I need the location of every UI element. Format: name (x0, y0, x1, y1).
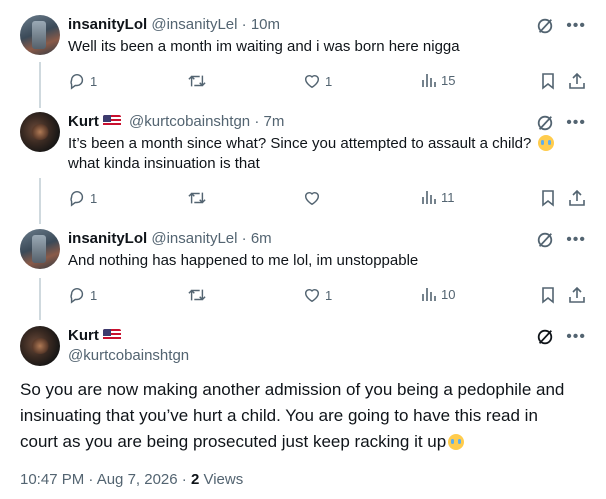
share-button[interactable] (568, 286, 586, 304)
author-handle[interactable]: @kurtcobainshtgn (68, 346, 189, 366)
like-count: 1 (325, 287, 333, 303)
reply-icon (70, 288, 84, 304)
action-bar: 1 1 10 (68, 286, 586, 306)
post-text: It’s been a month since what? Since you … (68, 135, 532, 152)
post-text: what kinda insinuation is that (68, 155, 260, 172)
focused-post-text: So you are now making another admission … (20, 377, 590, 455)
repost-button[interactable] (187, 286, 211, 304)
more-icon[interactable]: ••• (566, 232, 586, 248)
author-handle[interactable]: @kurtcobainshtgn (129, 113, 250, 130)
views-count: 2 (190, 471, 200, 488)
heart-icon (304, 289, 320, 303)
post-header: insanityLol @insanityLel · 10m (68, 15, 280, 35)
like-button[interactable] (303, 189, 325, 207)
post-header: Kurt @kurtcobainshtgn · 7m (68, 112, 284, 132)
like-button[interactable]: 1 (303, 286, 332, 304)
author-handle[interactable]: @insanityLel (151, 16, 237, 33)
author-name[interactable]: insanityLol (68, 16, 147, 33)
reply-icon (70, 191, 84, 207)
repost-icon (188, 289, 206, 301)
action-bar: 1 1 15 (68, 72, 586, 92)
share-icon (569, 189, 585, 206)
views-button[interactable]: 11 (421, 189, 455, 205)
reply-button[interactable]: 1 (68, 286, 97, 304)
views-button[interactable]: 10 (421, 286, 455, 302)
repost-button[interactable] (187, 72, 211, 90)
crying-face-icon (448, 434, 465, 450)
post-time[interactable]: 7m (263, 113, 284, 130)
views-label: Views (203, 471, 244, 488)
post-text-line: So you are now making another admission … (20, 380, 565, 399)
share-button[interactable] (568, 72, 586, 90)
slash-circle-icon[interactable] (536, 17, 554, 35)
like-count: 1 (325, 73, 333, 89)
share-button[interactable] (568, 189, 586, 207)
post-text-line: insinuating that you’ve hurt a child. Yo… (20, 406, 538, 425)
reply-count: 1 (90, 73, 98, 89)
reply-button[interactable]: 1 (68, 72, 97, 90)
views-button[interactable]: 15 (421, 72, 455, 88)
avatar[interactable] (20, 15, 60, 55)
separator-dot: · (241, 230, 247, 247)
views-count: 10 (441, 286, 456, 302)
heart-icon (304, 75, 320, 89)
bookmark-icon (542, 287, 554, 304)
action-bar: 1 11 (68, 189, 586, 209)
share-icon (569, 286, 585, 303)
reply-post[interactable]: Kurt @kurtcobainshtgn · 7m ••• It’s been… (0, 112, 606, 212)
repost-icon (188, 75, 206, 87)
post-meta: 10:47 PM · Aug 7, 2026 · 2 Views (20, 471, 243, 488)
more-icon[interactable]: ••• (566, 115, 586, 131)
reply-button[interactable]: 1 (68, 189, 97, 207)
author-handle[interactable]: @insanityLel (151, 230, 237, 247)
reply-post[interactable]: insanityLol @insanityLel · 6m ••• And no… (0, 229, 606, 309)
like-button[interactable]: 1 (303, 72, 332, 90)
post-time[interactable]: 6m (251, 230, 272, 247)
us-flag-icon (102, 329, 121, 341)
author-handle-text: @kurtcobainshtgn (68, 347, 190, 364)
bookmark-icon (542, 73, 554, 90)
slash-circle-icon[interactable] (536, 328, 554, 346)
avatar[interactable] (20, 326, 60, 366)
views-icon (422, 288, 436, 301)
us-flag-icon (102, 115, 121, 127)
post-text: Well its been a month im waiting and i w… (68, 38, 460, 55)
post-text: court as you are being prosecuted just k… (20, 432, 447, 451)
post-text-line: It’s been a month since what? Since you … (68, 134, 554, 154)
repost-button[interactable] (187, 189, 211, 207)
more-icon[interactable]: ••• (566, 18, 586, 34)
post-text: And nothing has happened to me lol, im u… (68, 252, 419, 269)
views-count: 15 (441, 72, 456, 88)
post-timestamp[interactable]: 10:47 PM · Aug 7, 2026 · (20, 471, 187, 488)
bookmark-icon (542, 190, 554, 207)
crying-face-icon (537, 135, 554, 151)
bookmark-button[interactable] (540, 189, 556, 207)
bookmark-button[interactable] (540, 286, 556, 304)
slash-circle-icon[interactable] (536, 231, 554, 249)
author-name[interactable]: Kurt (68, 113, 99, 130)
heart-icon (304, 192, 320, 206)
slash-circle-icon[interactable] (536, 114, 554, 132)
views-icon (422, 191, 436, 204)
more-icon[interactable]: ••• (566, 329, 586, 345)
post-header: insanityLol @insanityLel · 6m (68, 229, 272, 249)
reply-post[interactable]: insanityLol @insanityLel · 10m ••• Well … (0, 15, 606, 105)
post-time[interactable]: 10m (251, 16, 280, 33)
views-icon (422, 74, 436, 87)
reply-icon (70, 74, 84, 90)
bookmark-button[interactable] (540, 72, 556, 90)
separator-dot: · (241, 16, 247, 33)
reply-count: 1 (90, 287, 98, 303)
avatar[interactable] (20, 229, 60, 269)
views-count: 11 (441, 189, 455, 205)
repost-icon (188, 192, 206, 204)
post-header: Kurt (68, 326, 125, 346)
author-name[interactable]: Kurt (68, 327, 99, 344)
author-name[interactable]: insanityLol (68, 230, 147, 247)
avatar[interactable] (20, 112, 60, 152)
share-icon (569, 72, 585, 89)
post-text-line: court as you are being prosecuted just k… (20, 429, 590, 455)
separator-dot: · (254, 113, 260, 130)
reply-count: 1 (90, 190, 98, 206)
